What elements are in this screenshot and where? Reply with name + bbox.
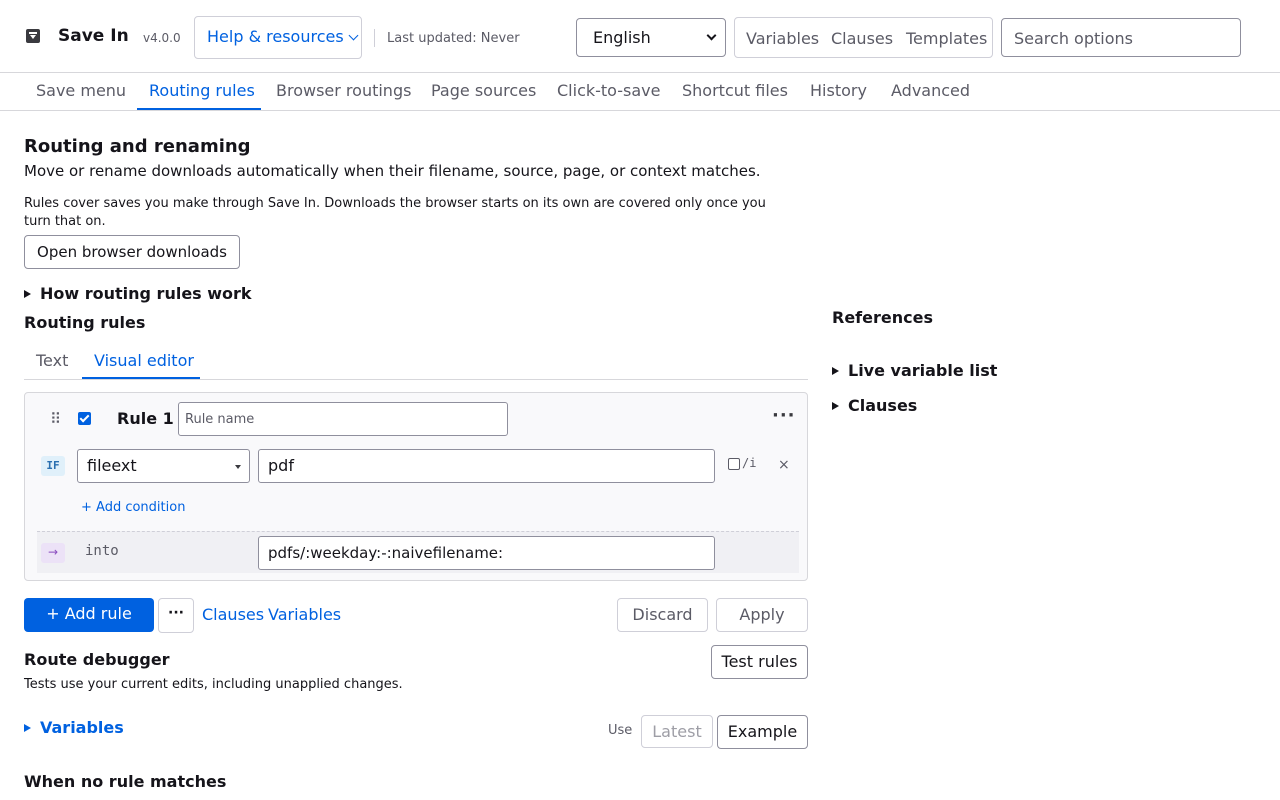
case-insensitive-checkbox[interactable] [728,458,740,470]
use-label: Use [608,723,633,738]
tab-shortcut-files[interactable]: Shortcut files [682,81,788,100]
add-rule-button[interactable]: + Add rule [24,598,154,632]
apply-button[interactable]: Apply [716,598,808,632]
rule-card: ⠿ Rule 1 Rule name ··· IF fileext pdf /i… [24,392,808,581]
main-nav: Save menu Routing rules Browser routings… [0,73,1280,111]
rule-title: Rule 1 [117,409,174,428]
language-select[interactable]: English [576,18,726,57]
app-title: Save In [58,26,129,46]
tab-history[interactable]: History [810,81,867,100]
tab-save-menu[interactable]: Save menu [36,81,126,100]
use-example-button[interactable]: Example [717,715,808,749]
test-rules-button[interactable]: Test rules [711,645,808,679]
version-label: v4.0.0 [143,31,181,45]
discard-button[interactable]: Discard [617,598,708,632]
case-insensitive-label: /i [742,456,757,470]
active-tab-indicator [137,108,261,110]
rule-more-button[interactable]: ··· [772,405,796,426]
tab-browser-routings[interactable]: Browser routings [276,81,411,100]
page-intro: Move or rename downloads automatically w… [24,162,761,180]
condition-value-input[interactable]: pdf [258,449,715,483]
rules-more-button[interactable]: ··· [158,598,194,633]
save-in-logo-icon [26,29,40,43]
search-input[interactable]: Search options [1001,18,1241,57]
references-heading: References [832,308,933,327]
header: Save In v4.0.0 Help & resources Last upd… [0,0,1280,73]
templates-ref-button[interactable]: Templates [906,29,987,48]
help-resources-button[interactable]: Help & resources [194,16,362,59]
last-updated: Last updated: Never [387,31,520,46]
destination-row: → into pdfs/:weekday:-:naivefilename: [37,531,799,573]
condition-field-select[interactable]: fileext [77,449,250,483]
arrow-right-icon: → [41,543,65,563]
variables-ref-button[interactable]: Variables [746,29,819,48]
page-title: Routing and renaming [24,136,251,157]
tab-routing-rules[interactable]: Routing rules [149,81,255,100]
clauses-ref-button[interactable]: Clauses [831,29,893,48]
active-editor-tab-indicator [82,377,200,379]
add-condition-button[interactable]: + Add condition [81,500,185,515]
live-variable-list-disclosure[interactable]: Live variable list [831,361,997,380]
tab-text[interactable]: Text [36,351,68,370]
debugger-note: Tests use your current edits, including … [24,677,403,692]
chevron-down-icon [348,30,359,41]
into-label: into [85,543,119,559]
help-resources-label: Help & resources [207,27,344,46]
destination-input[interactable]: pdfs/:weekday:-:naivefilename: [258,536,715,570]
clauses-disclosure[interactable]: Clauses [831,396,917,415]
tab-page-sources[interactable]: Page sources [431,81,536,100]
references-group: Variables Clauses Templates [734,17,993,58]
if-badge: IF [41,456,65,476]
variables-link[interactable]: Variables [268,605,341,624]
use-latest-button[interactable]: Latest [641,715,713,748]
no-match-heading: When no rule matches [24,772,227,791]
routing-rules-heading: Routing rules [24,313,146,332]
rule-enabled-checkbox[interactable] [78,412,91,425]
route-debugger-heading: Route debugger [24,650,170,669]
language-value: English [593,28,651,47]
how-routing-rules-work-disclosure[interactable]: How routing rules work [24,284,252,303]
rule-name-input[interactable]: Rule name [178,402,508,436]
drag-handle-icon[interactable]: ⠿ [50,410,61,428]
tab-click-to-save[interactable]: Click-to-save [557,81,660,100]
clauses-link[interactable]: Clauses [202,605,264,624]
tab-advanced[interactable]: Advanced [891,81,970,100]
tab-visual-editor[interactable]: Visual editor [94,351,194,370]
scope-note: Rules cover saves you make through Save … [24,196,766,229]
header-divider [374,29,375,47]
chevron-down-icon [706,30,717,41]
open-browser-downloads-button[interactable]: Open browser downloads [24,235,240,269]
variables-disclosure[interactable]: Variables [24,718,124,737]
remove-condition-icon[interactable]: × [778,457,790,473]
editor-tabs: Text Visual editor [24,345,808,380]
